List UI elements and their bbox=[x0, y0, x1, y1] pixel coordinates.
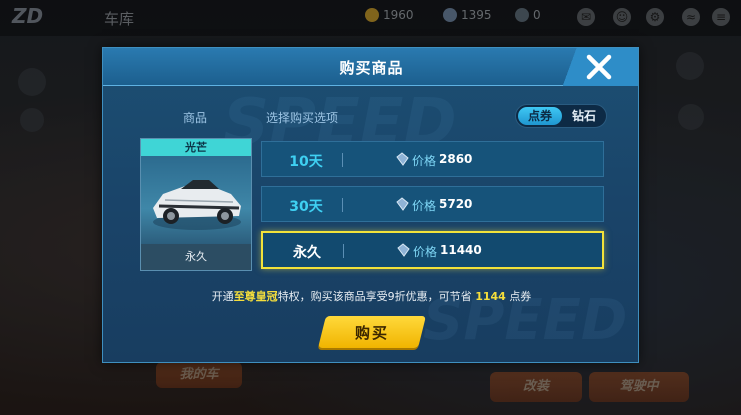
car-icon bbox=[153, 180, 241, 230]
gem-coupon-icon bbox=[397, 243, 410, 257]
purchase-option-permanent[interactable]: 永久 价格 11440 bbox=[261, 231, 604, 269]
vip-link[interactable]: 至尊皇冠 bbox=[234, 290, 278, 303]
product-name: 光芒 bbox=[141, 139, 251, 156]
option-duration: 永久 bbox=[293, 245, 321, 261]
currency-toggle: 点券 钻石 bbox=[515, 104, 607, 128]
option-divider bbox=[342, 198, 343, 212]
car-image bbox=[141, 156, 251, 244]
option-price-value: 11440 bbox=[440, 243, 482, 257]
option-price-value: 2860 bbox=[439, 152, 473, 166]
product-column-label: 商品 bbox=[183, 111, 208, 125]
close-icon bbox=[586, 54, 612, 80]
option-duration: 10天 bbox=[289, 154, 323, 170]
product-duration: 永久 bbox=[141, 244, 251, 270]
gem-coupon-icon bbox=[396, 152, 409, 166]
savings-amount: 1144 bbox=[475, 290, 506, 303]
option-divider bbox=[343, 244, 344, 258]
option-price-label: 价格 bbox=[413, 245, 438, 259]
option-price-label: 价格 bbox=[412, 154, 437, 168]
options-column-label: 选择购买选项 bbox=[266, 111, 339, 125]
vip-promo-text: 开通至尊皇冠特权，购买该商品享受9折优惠，可节省 1144 点券 bbox=[211, 290, 532, 303]
purchase-option-30-days[interactable]: 30天 价格 5720 bbox=[261, 186, 604, 222]
option-price-label: 价格 bbox=[412, 199, 437, 213]
buy-button-label: 购买 bbox=[354, 324, 389, 342]
currency-option-coupon[interactable]: 点券 bbox=[518, 107, 562, 125]
purchase-dialog: SPEED SPEED 购买商品 商品 选择购买选项 点券 钻石 光芒 永久 1… bbox=[102, 47, 639, 363]
dialog-title: 购买商品 bbox=[339, 59, 404, 77]
option-price-value: 5720 bbox=[439, 197, 473, 211]
gem-coupon-icon bbox=[396, 197, 409, 211]
option-duration: 30天 bbox=[289, 199, 323, 215]
option-divider bbox=[342, 153, 343, 167]
purchase-option-10-days[interactable]: 10天 价格 2860 bbox=[261, 141, 604, 177]
product-card: 光芒 永久 bbox=[140, 138, 252, 271]
buy-button[interactable]: 购买 bbox=[318, 316, 426, 348]
currency-option-diamond[interactable]: 钻石 bbox=[562, 107, 606, 125]
close-button[interactable] bbox=[560, 48, 638, 86]
